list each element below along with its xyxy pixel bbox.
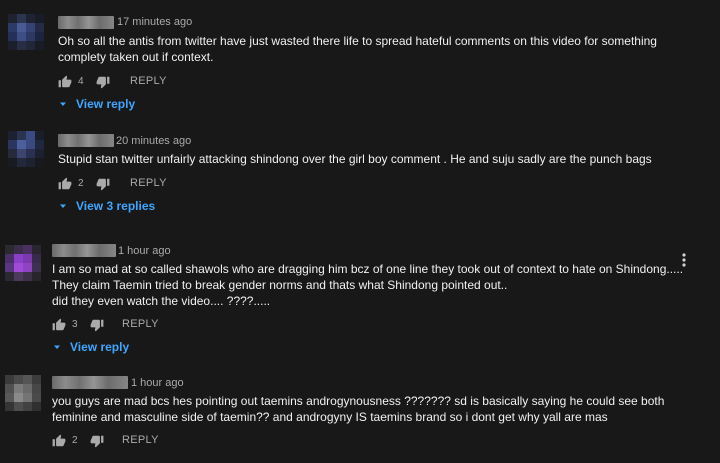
- comment-time[interactable]: 1 hour ago: [118, 245, 171, 257]
- comment-actions: 2 REPLY: [58, 177, 178, 191]
- avatar[interactable]: [5, 375, 41, 411]
- comment-actions: 2 REPLY: [52, 434, 172, 448]
- caret-down-icon: [54, 345, 60, 349]
- avatar[interactable]: [5, 245, 41, 281]
- more-actions-icon[interactable]: [679, 252, 689, 268]
- comment-1: 17 minutes ago Oh so all the antis from …: [0, 0, 720, 120]
- view-replies-button[interactable]: View reply: [52, 340, 162, 354]
- avatar[interactable]: [8, 131, 44, 167]
- avatar[interactable]: [8, 14, 44, 50]
- view-replies-label: View reply: [76, 97, 136, 111]
- comment-actions: 4 REPLY: [58, 75, 178, 89]
- reply-button[interactable]: REPLY: [122, 318, 159, 330]
- caret-down-icon: [60, 204, 66, 208]
- thumbs-up-icon[interactable]: [52, 318, 66, 332]
- thumbs-up-icon[interactable]: [58, 177, 72, 191]
- comment-text-line: I am so mad at so called shawols who are…: [52, 262, 684, 276]
- comment-text-line: They claim Taemin tried to break gender …: [52, 278, 508, 292]
- author-name-redacted[interactable]: [52, 376, 128, 389]
- comment-text-line: complety taken out if context.: [58, 50, 214, 64]
- view-replies-label: View reply: [70, 340, 130, 354]
- author-name-redacted[interactable]: [58, 134, 114, 147]
- like-count: 3: [72, 319, 78, 330]
- comment-actions: 3 REPLY: [52, 318, 172, 332]
- comment-text-line: feminine and masculine side of taemin?? …: [52, 410, 608, 424]
- reply-button[interactable]: REPLY: [130, 75, 167, 87]
- thumbs-up-icon[interactable]: [52, 434, 66, 448]
- comment-time[interactable]: 17 minutes ago: [117, 16, 192, 28]
- thumbs-down-icon[interactable]: [90, 434, 104, 448]
- reply-button[interactable]: REPLY: [122, 434, 159, 446]
- author-name-redacted[interactable]: [58, 16, 114, 29]
- comment-text-line: Oh so all the antis from twitter have ju…: [58, 34, 657, 48]
- thumbs-down-icon[interactable]: [90, 318, 104, 332]
- thumbs-up-icon[interactable]: [58, 75, 72, 89]
- comment-time[interactable]: 20 minutes ago: [116, 135, 191, 147]
- view-replies-button[interactable]: View 3 replies: [58, 199, 178, 213]
- comment-2: 20 minutes ago Stupid stan twitter unfai…: [0, 120, 720, 238]
- comment-time[interactable]: 1 hour ago: [131, 377, 184, 389]
- like-count: 2: [72, 435, 78, 446]
- comment-4: 1 hour ago you guys are mad bcs hes poin…: [0, 363, 720, 463]
- comment-text-line: you guys are mad bcs hes pointing out ta…: [52, 394, 665, 408]
- like-count: 4: [78, 76, 84, 87]
- comment-text-line: Stupid stan twitter unfairly attacking s…: [58, 152, 652, 166]
- caret-down-icon: [60, 102, 66, 106]
- comment-text-line: did they even watch the video.... ????..…: [52, 294, 271, 308]
- thumbs-down-icon[interactable]: [96, 177, 110, 191]
- like-count: 2: [78, 178, 84, 189]
- comment-3: 1 hour ago I am so mad at so called shaw…: [0, 238, 720, 363]
- reply-button[interactable]: REPLY: [130, 177, 167, 189]
- thumbs-down-icon[interactable]: [96, 75, 110, 89]
- author-name-redacted[interactable]: [52, 244, 116, 257]
- view-replies-button[interactable]: View reply: [58, 97, 168, 111]
- view-replies-label: View 3 replies: [76, 199, 156, 213]
